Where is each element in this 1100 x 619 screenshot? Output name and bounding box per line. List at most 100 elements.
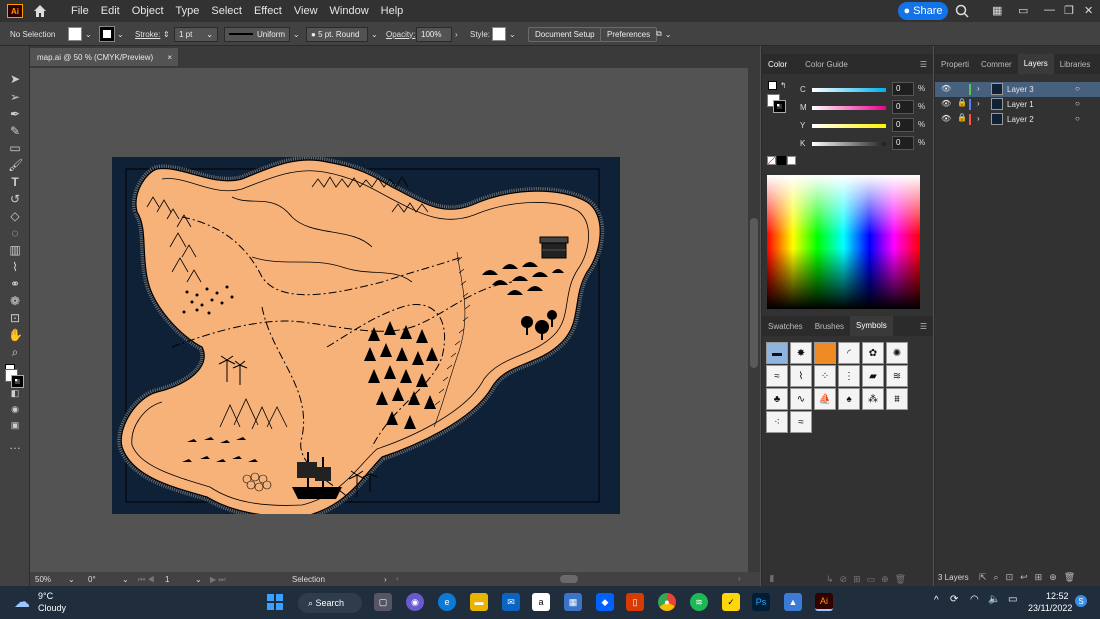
symbol-sprayer-tool-icon[interactable]: ❁ [8, 294, 22, 308]
type-tool-icon[interactable]: T [8, 175, 22, 189]
artboard-tool-icon[interactable]: ⊡ [8, 311, 22, 325]
fill-stroke-widget[interactable] [5, 364, 25, 388]
document-tab[interactable]: map.ai @ 50 % (CMYK/Preview) × [30, 48, 178, 66]
file-explorer-icon[interactable]: ▬ [470, 593, 488, 611]
menu-select[interactable]: Select [205, 5, 248, 17]
battery-icon[interactable]: ▭ [1008, 594, 1017, 605]
hand-tool-icon[interactable]: ✋ [8, 328, 23, 342]
paintbrush-tool-icon[interactable]: 🖌 [8, 158, 23, 172]
mail-icon[interactable]: ✉ [502, 593, 520, 611]
vertical-scroll-thumb[interactable] [750, 218, 758, 368]
channel-value-field[interactable]: 0 [892, 136, 914, 150]
target-circle-icon[interactable]: ○ [1075, 99, 1080, 108]
tab-properties[interactable]: Properti [935, 60, 975, 69]
preferences-button[interactable]: Preferences [600, 26, 658, 42]
menu-view[interactable]: View [288, 5, 324, 17]
symbol-actions-icon[interactable]: ↳⊘⊞▭⊕🗑 [826, 574, 912, 585]
black-swatch[interactable] [777, 156, 786, 165]
last-artboard-icon[interactable]: ▶ ⏭ [210, 575, 226, 585]
tab-libraries[interactable]: Libraries [1054, 60, 1097, 69]
more-tools-icon[interactable]: … [8, 438, 22, 452]
chrome-icon[interactable]: ● [658, 593, 676, 611]
symbol-thumbnail[interactable]: ▬ [766, 342, 788, 364]
layer-name[interactable]: Layer 1 [1007, 100, 1034, 109]
taskbar-search[interactable]: ⌕ Search [298, 593, 362, 613]
channel-slider[interactable] [812, 124, 886, 128]
opacity-field[interactable]: 100% [416, 26, 452, 42]
expand-chevron-icon[interactable]: › [977, 99, 980, 108]
channel-value-field[interactable]: 0 [892, 100, 914, 114]
direct-selection-tool-icon[interactable]: ➢ [8, 90, 22, 104]
variable-width-profile[interactable]: Uniform [224, 26, 290, 42]
panel-menu-icon[interactable]: ☰ [1096, 60, 1100, 69]
search-icon[interactable] [955, 4, 969, 18]
zoom-level[interactable]: 50% [35, 575, 51, 584]
lasso-tool-icon[interactable]: ◌ [8, 226, 22, 240]
chevron-down-icon[interactable]: ⌄ [665, 30, 672, 39]
treasure-map-artwork[interactable] [112, 155, 620, 522]
symbol-thumbnail[interactable]: ◜ [838, 342, 860, 364]
draw-mode-icon[interactable]: ◉ [8, 402, 22, 416]
chevron-down-icon[interactable]: ⌄ [85, 30, 92, 39]
chevron-right-icon[interactable]: › [455, 30, 458, 39]
rotation-value[interactable]: 0° [88, 575, 96, 584]
chevron-down-icon[interactable]: ⌄ [371, 30, 378, 39]
menu-file[interactable]: File [65, 5, 95, 17]
clock-date[interactable]: 23/11/2022 [1028, 603, 1072, 613]
symbol-thumbnail[interactable]: ≈ [766, 365, 788, 387]
panel-menu-icon[interactable]: ☰ [914, 322, 933, 331]
chevron-up-icon[interactable]: ^ [934, 595, 939, 606]
spotify-icon[interactable]: ≋ [690, 593, 708, 611]
minimize-icon[interactable]: — [1044, 4, 1055, 16]
tab-color-guide[interactable]: Color Guide [799, 60, 854, 69]
menu-edit[interactable]: Edit [95, 5, 126, 17]
symbol-thumbnail[interactable]: ⁘ [814, 365, 836, 387]
target-circle-icon[interactable]: ○ [1075, 84, 1080, 93]
visibility-eye-icon[interactable]: 👁 [941, 99, 951, 108]
document-setup-button[interactable]: Document Setup [528, 26, 602, 42]
gradient-tool-icon[interactable]: ▥ [8, 243, 22, 257]
selection-tool-icon[interactable]: ➤ [8, 72, 22, 86]
dropbox-icon[interactable]: ◆ [596, 593, 614, 611]
none-swatch[interactable] [767, 156, 776, 165]
symbol-thumbnail[interactable]: ≈ [790, 411, 812, 433]
chevron-down-icon[interactable]: ⌄ [509, 30, 516, 39]
vertical-scrollbar[interactable] [748, 68, 760, 572]
layer-name[interactable]: Layer 3 [1007, 85, 1034, 94]
symbol-thumbnail[interactable]: ∿ [790, 388, 812, 410]
tab-color[interactable]: Color [762, 60, 793, 69]
symbol-thumbnail[interactable]: ⁂ [862, 388, 884, 410]
close-icon[interactable]: ✕ [1084, 4, 1093, 17]
chevron-down-icon[interactable]: ⌄ [68, 575, 75, 584]
channel-value-field[interactable]: 0 [892, 118, 914, 132]
symbol-thumbnail[interactable]: ⌇ [790, 365, 812, 387]
layer-row[interactable]: 👁 🔒 › Layer 1 ○ [935, 97, 1100, 112]
symbol-thumbnail[interactable]: ✺ [886, 342, 908, 364]
chevron-down-icon[interactable]: ⌄ [122, 575, 129, 584]
home-icon[interactable] [33, 4, 47, 18]
symbol-thumbnail[interactable]: ⛵ [814, 388, 836, 410]
tab-swatches[interactable]: Swatches [762, 322, 809, 331]
symbol-libraries-icon[interactable]: ⫴ [770, 574, 774, 585]
symbol-thumbnail[interactable]: ⁖ [766, 411, 788, 433]
tab-layers[interactable]: Layers [1017, 54, 1054, 74]
target-circle-icon[interactable]: ○ [1075, 114, 1080, 123]
office-icon[interactable]: ▯ [626, 593, 644, 611]
arrange-documents-icon[interactable]: ▦ [992, 4, 1002, 17]
volume-icon[interactable]: 🔈 [988, 594, 1000, 605]
symbol-thumbnail[interactable]: ♠ [838, 388, 860, 410]
symbol-thumbnail[interactable]: ● [814, 342, 836, 364]
expand-chevron-icon[interactable]: › [977, 114, 980, 123]
chevron-down-icon[interactable]: ⌄ [117, 30, 124, 39]
menu-type[interactable]: Type [170, 5, 206, 17]
symbol-thumbnail[interactable]: ⩩ [886, 388, 908, 410]
edge-icon[interactable]: e [438, 593, 456, 611]
channel-value-field[interactable]: 0 [892, 82, 914, 96]
tab-comments[interactable]: Commer [975, 60, 1018, 69]
sync-icon[interactable]: ⟳ [950, 594, 958, 605]
channel-slider[interactable] [812, 106, 886, 110]
lock-icon[interactable]: 🔒 [957, 98, 967, 107]
symbol-thumbnail[interactable]: ≋ [886, 365, 908, 387]
symbol-thumbnail[interactable]: ✸ [790, 342, 812, 364]
tab-brushes[interactable]: Brushes [809, 322, 850, 331]
